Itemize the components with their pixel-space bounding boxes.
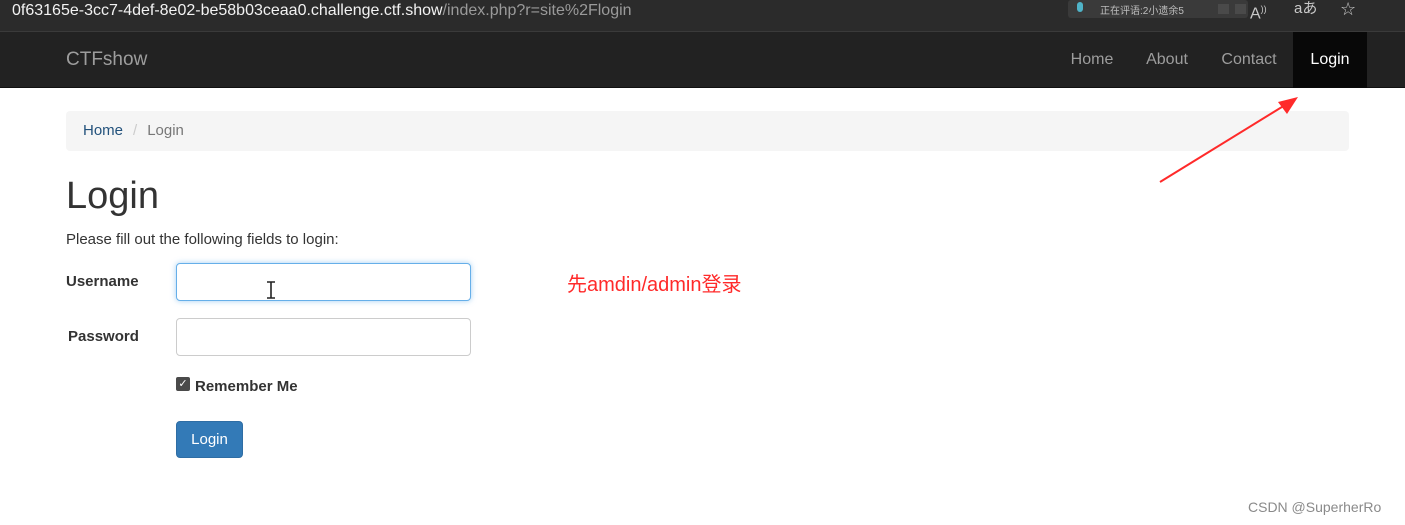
password-label: Password [68,328,139,345]
brand-link[interactable]: CTFshow [66,49,147,71]
username-input[interactable] [176,263,471,301]
form-intro: Please fill out the following fields to … [66,231,339,248]
microphone-icon [1077,2,1083,12]
username-label: Username [66,273,139,290]
nav-about[interactable]: About [1132,32,1202,88]
nav-login[interactable]: Login [1293,32,1367,88]
page-title: Login [66,175,159,217]
browser-address-bar[interactable]: 0f63165e-3cc7-4def-8e02-be58b03ceaa0.cha… [0,0,1405,32]
top-navbar: CTFshow Home About Contact Login [0,32,1405,88]
read-aloud-icon[interactable]: A)) [1250,0,1267,23]
extension-text: 正在评语:2小遗余5 [1100,6,1184,17]
login-submit-button[interactable]: Login [176,421,243,458]
nav-home[interactable]: Home [1058,32,1126,88]
translate-icon[interactable]: aあ [1294,0,1317,18]
breadcrumb-current: Login [147,122,184,139]
annotation-note: 先amdin/admin登录 [567,274,742,296]
text-cursor-icon [267,281,275,299]
password-input[interactable] [176,318,471,356]
extension-indicator-icon [1218,4,1246,14]
annotation-arrow-icon [1159,97,1298,183]
url-text[interactable]: 0f63165e-3cc7-4def-8e02-be58b03ceaa0.cha… [12,1,632,21]
nav-contact[interactable]: Contact [1208,32,1290,88]
url-host: 0f63165e-3cc7-4def-8e02-be58b03ceaa0.cha… [12,2,443,19]
breadcrumb-separator: / [133,122,138,139]
breadcrumb-home-link[interactable]: Home [83,122,123,139]
remember-me-checkbox[interactable]: ✓ [176,377,190,391]
url-path: /index.php?r=site%2Flogin [442,2,632,19]
favorite-star-icon[interactable]: ☆ [1340,0,1356,18]
extension-pill[interactable]: 正在评语:2小遗余5 [1068,0,1248,18]
watermark: CSDN @SuperherRo [1248,499,1382,515]
remember-me-label[interactable]: Remember Me [195,378,298,395]
